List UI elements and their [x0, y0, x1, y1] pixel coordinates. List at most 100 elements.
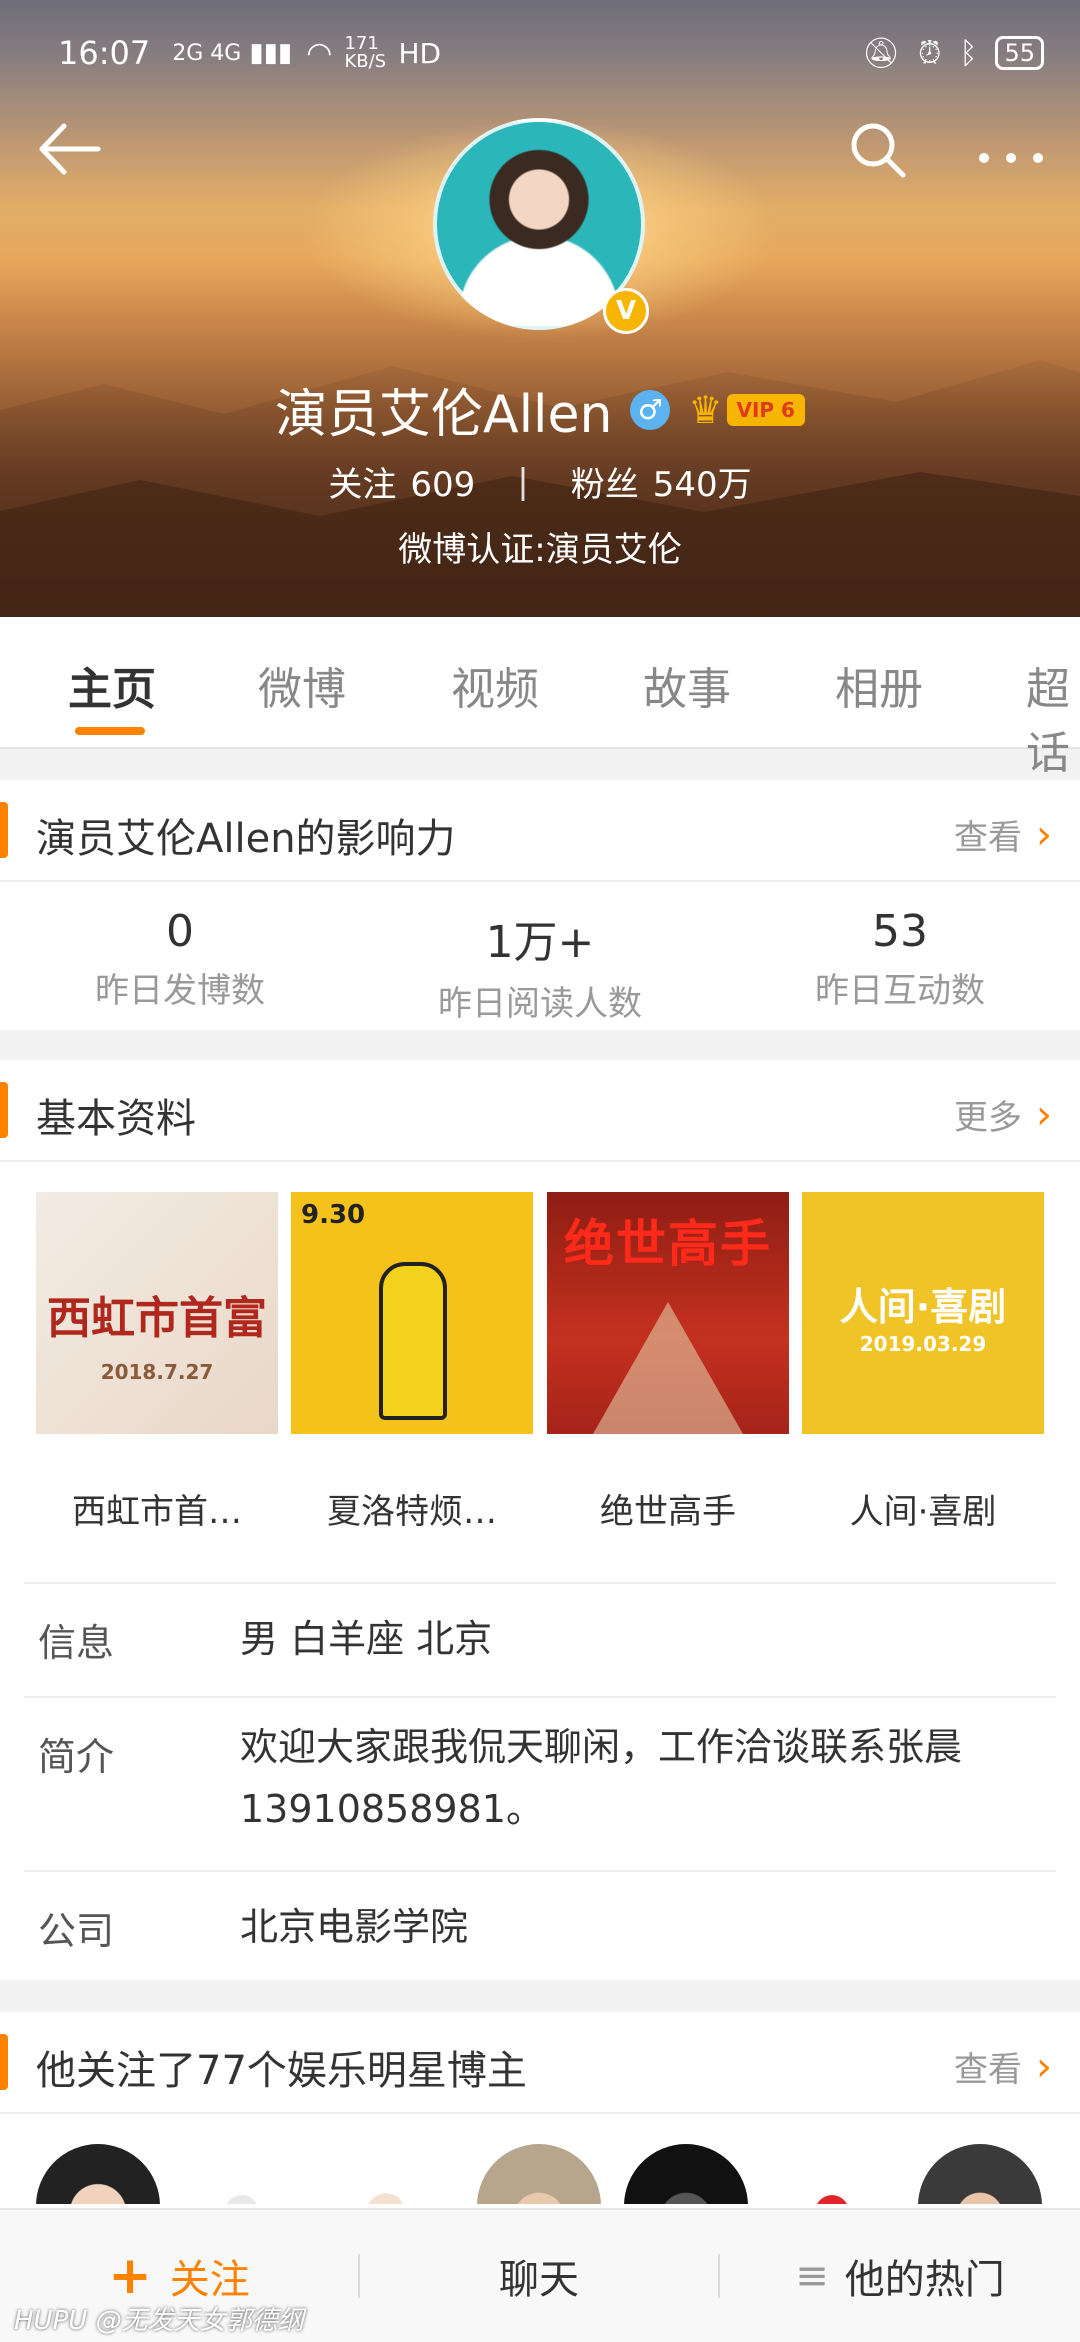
follow-label: 关注	[169, 2257, 250, 2303]
works-carousel: 西虹市首富 2018.7.27 9.30 绝世高手 人间·喜剧 2019.03.…	[0, 1162, 1080, 1582]
influence-title: 演员艾伦Allen的影响力	[36, 816, 456, 862]
tab-home[interactable]: 主页	[68, 653, 156, 717]
stat-interactions: 53 昨日互动数	[720, 882, 1080, 1032]
mute-icon: 🔕︎	[861, 35, 901, 71]
watermark-text: @无发天女郭德纲	[95, 2306, 304, 2336]
vip-badge[interactable]: ♛ VIP 6	[688, 388, 805, 432]
bluetooth-icon: ᛒ	[959, 35, 978, 71]
avatar[interactable]	[36, 2144, 160, 2204]
chat-button[interactable]: 聊天	[360, 2210, 718, 2342]
info-row-basic: 信息 男 白羊座 北京	[24, 1582, 1056, 1696]
status-time: 16:07	[58, 34, 151, 72]
stat-label: 昨日发博数	[95, 971, 265, 1011]
poster-title-text: 绝世高手	[564, 1215, 772, 1273]
avatar[interactable]	[770, 2144, 894, 2204]
info-value: 男 白羊座 北京	[240, 1617, 493, 1661]
poster-figure	[593, 1302, 743, 1434]
basic-info-header: 基本资料 更多 ›	[0, 1060, 1080, 1162]
gender-male-icon: ♂	[630, 389, 671, 430]
stat-label: 昨日互动数	[815, 971, 985, 1011]
info-row-bio: 简介 欢迎大家跟我侃天聊闲，工作洽谈联系张晨13910858981。	[24, 1696, 1056, 1870]
avatar[interactable]	[180, 2144, 304, 2204]
work-poster[interactable]: 绝世高手	[547, 1192, 789, 1434]
hd-indicator: HD	[398, 36, 442, 70]
info-key: 信息	[38, 1621, 115, 1665]
network-speed: 171 KB/S	[344, 33, 387, 72]
back-arrow-icon[interactable]	[36, 122, 102, 186]
followed-stars-avatars	[0, 2114, 1080, 2204]
alarm-icon: ⏰︎	[918, 35, 942, 71]
chevron-right-icon: ›	[1036, 1091, 1052, 1138]
work-poster[interactable]: 西虹市首富 2018.7.27	[36, 1192, 278, 1434]
poster-date-text: 2019.03.29	[859, 1332, 987, 1356]
info-row-company: 公司 北京电影学院	[24, 1870, 1056, 1986]
watermark: HUPU @无发天女郭德纲	[14, 2300, 304, 2337]
avatar[interactable]	[324, 2144, 448, 2204]
plus-icon: +	[108, 2246, 152, 2306]
poster-title-text: 9.30	[301, 1200, 366, 1230]
tab-weibo[interactable]: 微博	[258, 653, 346, 717]
following-stars-title: 他关注了77个娱乐明星博主	[36, 2048, 527, 2094]
profile-name: 演员艾伦Allen	[275, 385, 613, 445]
following-stars-view-button[interactable]: 查看 ›	[954, 2042, 1052, 2091]
tab-stories[interactable]: 故事	[643, 653, 731, 717]
follow-stats: 关注 609 | 粉丝 540万	[0, 457, 1080, 506]
status-bar: 16:07 2G 4G ▮▮▮ ◠ 171 KB/S HD 🔕︎ ⏰︎ ᛒ 55	[58, 28, 1044, 78]
info-key: 简介	[38, 1735, 115, 1779]
chevron-right-icon: ›	[1036, 2043, 1052, 2090]
avatar[interactable]	[918, 2144, 1042, 2204]
verified-badge-icon: V	[603, 288, 649, 334]
watermark-brand: HUPU	[14, 2306, 88, 2336]
influence-header: 演员艾伦Allen的影响力 查看 ›	[0, 780, 1080, 882]
work-title[interactable]: 人间·喜剧	[798, 1484, 1048, 1533]
followers-label: 粉丝	[570, 465, 639, 505]
influence-card: 演员艾伦Allen的影响力 查看 › 0 昨日发博数 1万+ 昨日阅读人数 53…	[0, 780, 1080, 1030]
tab-super-topic[interactable]: 超话	[1026, 653, 1080, 781]
poster-title-text: 西虹市首富	[47, 1293, 267, 1344]
view-label: 查看	[954, 2050, 1022, 2090]
influence-stats: 0 昨日发博数 1万+ 昨日阅读人数 53 昨日互动数	[0, 882, 1080, 1032]
avatar[interactable]	[624, 2144, 748, 2204]
following-count: 609	[410, 465, 476, 505]
influence-view-button[interactable]: 查看 ›	[954, 810, 1052, 859]
hot-label: 他的热门	[844, 2257, 1005, 2303]
search-icon[interactable]	[848, 120, 908, 190]
stat-posts: 0 昨日发博数	[0, 882, 360, 1032]
more-dots-icon[interactable]	[976, 128, 1046, 188]
active-tab-indicator	[75, 727, 145, 735]
basic-info-more-button[interactable]: 更多 ›	[954, 1090, 1052, 1139]
menu-icon: ≡	[795, 2253, 829, 2299]
info-value: 北京电影学院	[240, 1905, 469, 1949]
following-link[interactable]: 关注 609	[328, 457, 475, 506]
verification-text: 微博认证:演员艾伦	[398, 530, 682, 570]
tab-album[interactable]: 相册	[835, 653, 923, 717]
hot-posts-button[interactable]: ≡ 他的热门	[720, 2210, 1080, 2342]
work-title[interactable]: 西虹市首…	[32, 1484, 282, 1533]
work-poster[interactable]: 9.30	[291, 1192, 533, 1434]
followers-link[interactable]: 粉丝 540万	[571, 457, 752, 506]
following-stars-header: 他关注了77个娱乐明星博主 查看 ›	[0, 2012, 1080, 2114]
status-network: 2G 4G	[172, 40, 242, 66]
poster-title-text: 人间·喜剧	[839, 1285, 1007, 1329]
followers-count: 540万	[652, 465, 752, 505]
stat-value: 0	[166, 906, 194, 957]
stat-value: 1万+	[485, 917, 595, 968]
section-accent-bar	[0, 2034, 8, 2090]
avatar[interactable]	[477, 2144, 601, 2204]
work-title[interactable]: 夏洛特烦…	[287, 1484, 537, 1533]
more-label: 更多	[954, 1098, 1022, 1138]
basic-info-card: 基本资料 更多 › 西虹市首富 2018.7.27 9.30 绝世高手 人间·喜…	[0, 1060, 1080, 1980]
battery-level: 55	[995, 36, 1044, 70]
basic-info-title: 基本资料	[36, 1096, 196, 1142]
stat-readers: 1万+ 昨日阅读人数	[360, 882, 720, 1032]
poster-figure	[379, 1262, 447, 1420]
vip-level: VIP 6	[726, 393, 805, 426]
work-title[interactable]: 绝世高手	[543, 1484, 793, 1533]
profile-tabs: 主页 微博 视频 故事 相册 超话	[0, 617, 1080, 779]
view-label: 查看	[954, 818, 1022, 858]
work-poster[interactable]: 人间·喜剧 2019.03.29	[802, 1192, 1044, 1434]
info-key: 公司	[38, 1909, 115, 1953]
tab-video[interactable]: 视频	[451, 653, 539, 717]
wifi-icon: ◠	[306, 35, 333, 71]
section-accent-bar	[0, 1082, 8, 1138]
